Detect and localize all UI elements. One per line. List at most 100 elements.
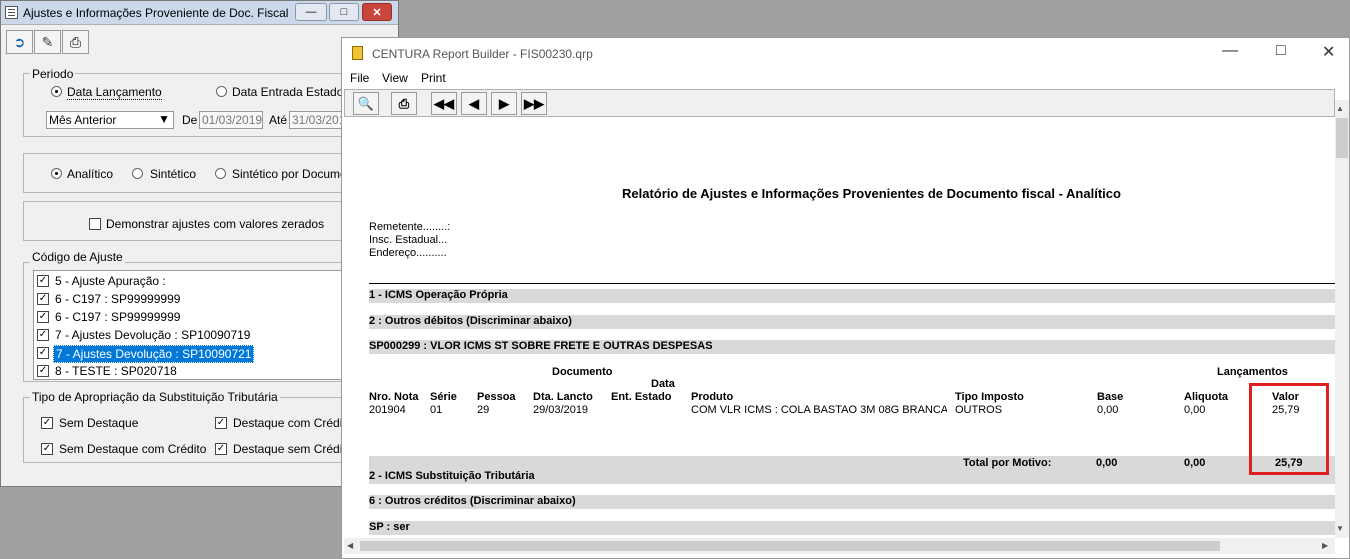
item-checkbox[interactable]: ✓: [37, 365, 49, 377]
periodo-select[interactable]: Mês Anterior ▼: [46, 111, 174, 129]
item-checkbox[interactable]: ✓: [37, 293, 49, 305]
item-label: 6 - C197 : SP99999999: [55, 292, 181, 306]
prev-page-button[interactable]: ◀: [461, 92, 487, 115]
maximize-button[interactable]: □: [329, 3, 359, 21]
title-bar[interactable]: CENTURA Report Builder - FIS00230.qrp — …: [342, 38, 1349, 68]
first-page-icon: ◀◀: [434, 95, 454, 111]
col-base: Base: [1097, 391, 1124, 403]
data-entrada-label[interactable]: Data Entrada Estado: [232, 85, 343, 99]
horizontal-scrollbar[interactable]: ◀ ▶: [344, 538, 1335, 554]
scroll-down-icon[interactable]: ▼: [1336, 524, 1344, 533]
section-band: [369, 289, 1335, 303]
col-produto: Produto: [691, 391, 734, 403]
ate-date-field[interactable]: 31/03/2019: [289, 111, 344, 129]
analitico-radio[interactable]: [51, 168, 62, 179]
report-page: Relatório de Ajustes e Informações Prove…: [344, 118, 1335, 539]
de-date-field[interactable]: 01/03/2019: [199, 111, 263, 129]
cell-dta-lancto: 29/03/2019: [533, 404, 589, 416]
print-button[interactable]: ⎙: [62, 30, 89, 54]
scroll-right-icon[interactable]: ▶: [1322, 541, 1328, 550]
destaque-com-credito-label[interactable]: Destaque com Crédito: [233, 416, 352, 430]
item-checkbox[interactable]: ✓: [37, 329, 49, 341]
data-lancamento-label[interactable]: Data Lançamento: [67, 85, 162, 100]
report-toolbar: 🔍 ⎙ ◀◀ ◀ ▶ ▶▶: [344, 89, 1335, 117]
total-base: 0,00: [1096, 457, 1118, 469]
item-label: 8 - TESTE : SP020718: [55, 364, 177, 378]
scroll-thumb[interactable]: [1336, 118, 1348, 158]
data-entrada-radio[interactable]: [216, 86, 227, 97]
menu-view[interactable]: View: [382, 71, 408, 85]
app-icon: [5, 6, 18, 19]
menu-file[interactable]: File: [350, 71, 369, 85]
item-checkbox[interactable]: ✓: [37, 311, 49, 323]
close-icon: ✕: [372, 6, 382, 19]
maximize-icon[interactable]: □: [1276, 42, 1286, 60]
destaque-sem-credito-label[interactable]: Destaque sem Crédito: [233, 442, 352, 456]
col-pessoa: Pessoa: [477, 391, 516, 403]
first-page-button[interactable]: ◀◀: [431, 92, 457, 115]
col-ent-estado: Ent. Estado: [611, 391, 672, 403]
cell-pessoa: 29: [477, 404, 490, 416]
scroll-up-icon[interactable]: ▲: [1336, 104, 1344, 113]
remetente-label: Remetente........:: [369, 221, 451, 233]
item-checkbox[interactable]: ✓: [37, 275, 49, 287]
destaque-sem-credito-checkbox[interactable]: ✓: [215, 443, 227, 455]
exit-button[interactable]: ➲: [6, 30, 33, 54]
vertical-scrollbar[interactable]: ▲ ▼: [1335, 100, 1349, 538]
sem-destaque-com-credito-checkbox[interactable]: ✓: [41, 443, 53, 455]
data-lancamento-radio[interactable]: [51, 86, 62, 97]
preview-button[interactable]: 🔍: [353, 92, 379, 115]
cell-base: 0,00: [1097, 404, 1119, 416]
close-icon[interactable]: ✕: [1322, 42, 1335, 62]
report-builder-window: CENTURA Report Builder - FIS00230.qrp — …: [341, 37, 1350, 559]
eraser-icon: ✎: [41, 33, 54, 50]
sintetico-documento-radio[interactable]: [215, 168, 226, 179]
sintetico-label[interactable]: Sintético: [150, 167, 196, 181]
separator-line: [369, 283, 1335, 284]
section-2-sub: 6 : Outros créditos (Discriminar abaixo): [369, 495, 576, 507]
col-tipo-imposto: Tipo Imposto: [955, 391, 1024, 403]
minimize-icon: —: [305, 6, 317, 18]
ate-label: Até: [269, 113, 288, 127]
clear-button[interactable]: ✎: [34, 30, 61, 54]
menu-print[interactable]: Print: [421, 71, 446, 85]
last-page-icon: ▶▶: [524, 95, 544, 111]
sem-destaque-checkbox[interactable]: ✓: [41, 417, 53, 429]
scroll-left-icon[interactable]: ◀: [347, 541, 353, 550]
section-band: [369, 521, 1335, 535]
close-button[interactable]: ✕: [362, 3, 392, 21]
window-title: CENTURA Report Builder - FIS00230.qrp: [372, 47, 593, 61]
section-1-title: 1 - ICMS Operação Própria: [369, 289, 508, 301]
item-checkbox[interactable]: ✓: [37, 347, 49, 359]
printer-icon: ⎙: [398, 95, 410, 111]
analitico-label[interactable]: Analítico: [67, 167, 113, 181]
next-page-icon: ▶: [499, 95, 509, 111]
de-label: De: [182, 113, 198, 127]
report-builder-icon: [352, 46, 363, 60]
chevron-down-icon: ▼: [158, 112, 170, 126]
destaque-com-credito-checkbox[interactable]: ✓: [215, 417, 227, 429]
last-page-button[interactable]: ▶▶: [521, 92, 547, 115]
exit-icon: ➲: [13, 33, 26, 50]
documento-header: Documento: [552, 366, 613, 378]
sintetico-radio[interactable]: [132, 168, 143, 179]
insc-estadual-label: Insc. Estadual...: [369, 234, 448, 246]
minimize-button[interactable]: —: [295, 3, 327, 21]
minimize-icon[interactable]: —: [1222, 42, 1238, 60]
section-1-sub: 2 : Outros débitos (Discriminar abaixo): [369, 315, 572, 327]
title-bar[interactable]: Ajustes e Informações Proveniente de Doc…: [1, 1, 398, 25]
zerados-checkbox[interactable]: [89, 218, 101, 230]
next-page-button[interactable]: ▶: [491, 92, 517, 115]
printer-icon: ⎙: [69, 33, 82, 50]
sem-destaque-label[interactable]: Sem Destaque: [59, 416, 138, 430]
apropriacao-label: Tipo de Apropriação da Substituição Trib…: [30, 390, 280, 404]
window-title: Ajustes e Informações Proveniente de Doc…: [23, 6, 289, 20]
item-label: 6 - C197 : SP99999999: [55, 310, 181, 324]
zerados-label[interactable]: Demonstrar ajustes com valores zerados: [106, 217, 324, 231]
print-button[interactable]: ⎙: [391, 92, 417, 115]
section-2-code: SP : ser: [369, 521, 410, 533]
sem-destaque-com-credito-label[interactable]: Sem Destaque com Crédito: [59, 442, 206, 456]
col-aliquota: Aliquota: [1184, 391, 1228, 403]
periodo-select-value: Mês Anterior: [49, 113, 117, 127]
scroll-thumb[interactable]: [360, 541, 1220, 551]
